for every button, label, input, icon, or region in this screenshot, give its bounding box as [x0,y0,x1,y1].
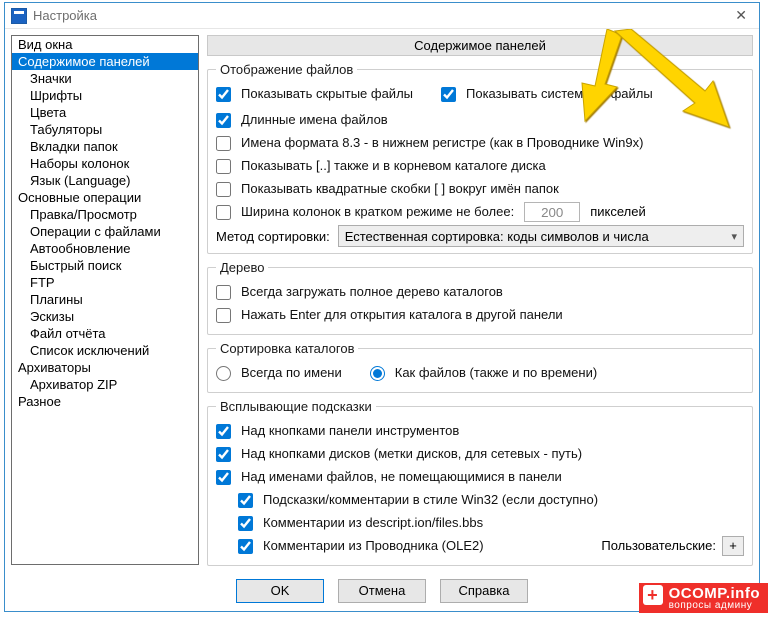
nav-item[interactable]: Архиваторы [12,359,198,376]
radio-by-name[interactable] [216,366,231,381]
radio-like-files[interactable] [370,366,385,381]
nav-item[interactable]: FTP [12,274,198,291]
titlebar: Настройка ✕ [5,3,759,29]
group-tree: Дерево Всегда загружать полное дерево ка… [207,260,753,335]
lbl-parent-root: Показывать [..] также и в корневом катал… [241,156,546,176]
lbl-show-system: Показывать системные файлы [466,84,653,104]
chk-brackets[interactable] [216,182,231,197]
nav-item[interactable]: Язык (Language) [12,172,198,189]
chk-tt-names[interactable] [216,470,231,485]
lbl-custom: Пользовательские: [601,536,716,556]
input-colwidth[interactable] [524,202,580,222]
app-icon [11,8,27,24]
nav-item[interactable]: Табуляторы [12,121,198,138]
combo-sort-value: Естественная сортировка: коды символов и… [345,229,649,244]
chevron-down-icon: ▾ [731,230,737,243]
lbl-tt-names: Над именами файлов, не помещающимися в п… [241,467,562,487]
lbl-brackets: Показывать квадратные скобки [ ] вокруг … [241,179,559,199]
legend-dirsort: Сортировка каталогов [216,341,358,356]
chk-full-tree[interactable] [216,285,231,300]
nav-item[interactable]: Список исключений [12,342,198,359]
custom-tooltip-button[interactable]: + [722,536,744,556]
lbl-full-tree: Всегда загружать полное дерево каталогов [241,282,503,302]
nav-item[interactable]: Плагины [12,291,198,308]
legend-tooltips: Всплывающие подсказки [216,399,376,414]
lbl-like-files: Как файлов (также и по времени) [395,363,597,383]
lbl-by-name: Всегда по имени [241,363,342,383]
help-button[interactable]: Справка [440,579,528,603]
lbl-tt-ole2: Комментарии из Проводника (OLE2) [263,536,484,556]
lbl-tt-drives: Над кнопками дисков (метки дисков, для с… [241,444,582,464]
chk-tt-ole2[interactable] [238,539,253,554]
legend-display: Отображение файлов [216,62,357,77]
page-title: Содержимое панелей [207,35,753,56]
group-tooltips: Всплывающие подсказки Над кнопками панел… [207,399,753,566]
nav-item[interactable]: Вид окна [12,36,198,53]
lbl-tt-win32: Подсказки/комментарии в стиле Win32 (есл… [263,490,598,510]
lbl-long-names: Длинные имена файлов [241,110,388,130]
lbl-colwidth-pre: Ширина колонок в кратком режиме не более… [241,202,514,222]
chk-tt-win32[interactable] [238,493,253,508]
nav-item[interactable]: Быстрый поиск [12,257,198,274]
nav-item[interactable]: Шрифты [12,87,198,104]
group-display: Отображение файлов Показывать скрытые фа… [207,62,753,254]
chk-names83[interactable] [216,136,231,151]
nav-item[interactable]: Основные операции [12,189,198,206]
nav-item[interactable]: Наборы колонок [12,155,198,172]
lbl-enter-open: Нажать Enter для открытия каталога в дру… [241,305,563,325]
group-dirsort: Сортировка каталогов Всегда по имени Как… [207,341,753,393]
chk-tt-toolbar[interactable] [216,424,231,439]
nav-item[interactable]: Содержимое панелей [12,53,198,70]
nav-item[interactable]: Разное [12,393,198,410]
watermark-sub: вопросы админу [669,600,760,611]
ok-button[interactable]: OK [236,579,324,603]
chk-show-hidden[interactable] [216,87,231,102]
lbl-tt-descript: Комментарии из descript.ion/files.bbs [263,513,483,533]
chk-tt-descript[interactable] [238,516,253,531]
window-title: Настройка [33,8,97,23]
lbl-colwidth-post: пикселей [590,202,646,222]
lbl-sort-method: Метод сортировки: [216,229,330,244]
nav-item[interactable]: Вкладки папок [12,138,198,155]
nav-item[interactable]: Цвета [12,104,198,121]
nav-item[interactable]: Файл отчёта [12,325,198,342]
settings-window: Настройка ✕ Вид окнаСодержимое панелейЗн… [4,2,760,612]
combo-sort-method[interactable]: Естественная сортировка: коды символов и… [338,225,744,247]
close-icon[interactable]: ✕ [729,7,753,24]
nav-item[interactable]: Значки [12,70,198,87]
nav-item[interactable]: Правка/Просмотр [12,206,198,223]
lbl-show-hidden: Показывать скрытые файлы [241,84,413,104]
chk-enter-open[interactable] [216,308,231,323]
lbl-tt-toolbar: Над кнопками панели инструментов [241,421,459,441]
nav-item[interactable]: Архиватор ZIP [12,376,198,393]
chk-colwidth[interactable] [216,205,231,220]
watermark-plus-icon: + [643,585,663,605]
chk-parent-root[interactable] [216,159,231,174]
nav-item[interactable]: Автообновление [12,240,198,257]
content-area: Содержимое панелей Отображение файлов По… [207,35,753,565]
chk-long-names[interactable] [216,113,231,128]
chk-tt-drives[interactable] [216,447,231,462]
legend-tree: Дерево [216,260,268,275]
nav-item[interactable]: Операции с файлами [12,223,198,240]
chk-show-system[interactable] [441,87,456,102]
cancel-button[interactable]: Отмена [338,579,426,603]
category-tree[interactable]: Вид окнаСодержимое панелейЗначкиШрифтыЦв… [11,35,199,565]
watermark: + OCOMP.info вопросы админу [639,583,768,613]
lbl-names83: Имена формата 8.3 - в нижнем регистре (к… [241,133,643,153]
nav-item[interactable]: Эскизы [12,308,198,325]
